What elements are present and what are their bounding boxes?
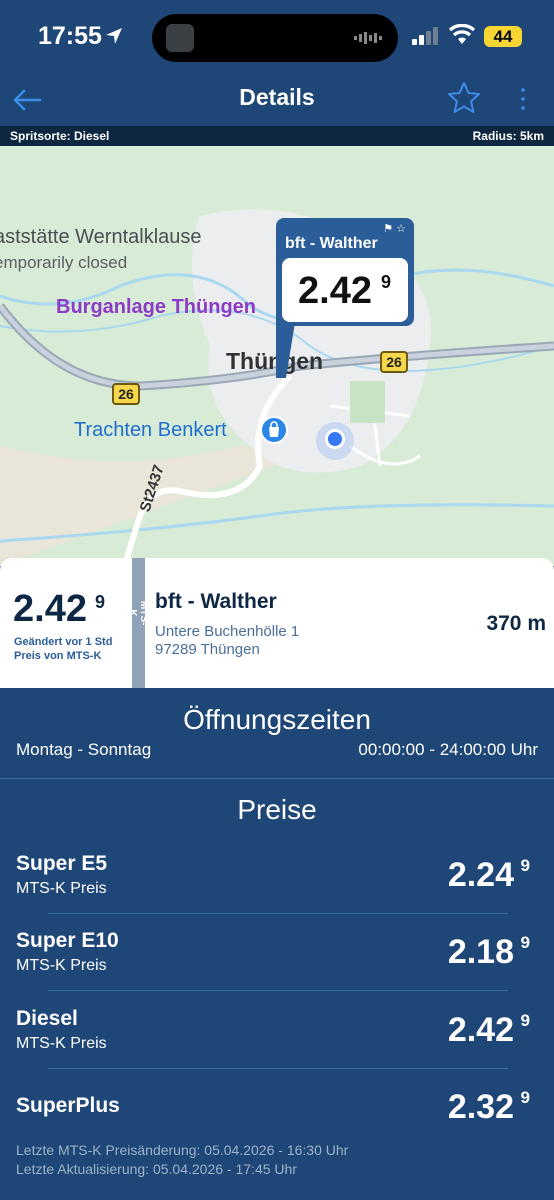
nav-bar: Details: [0, 76, 554, 126]
status-bar: 17:55 44: [0, 0, 554, 76]
station-card[interactable]: 2.42 9 Geändert vor 1 Std Preis von MTS-…: [0, 558, 554, 688]
section-divider: [0, 778, 554, 779]
map-label-temporarily-closed: emporarily closed: [0, 253, 128, 272]
now-playing-artwork: [166, 24, 194, 52]
prices-title: Preise: [237, 794, 317, 825]
status-time: 17:55: [38, 22, 102, 50]
map-label-town: Thüngen: [226, 348, 324, 374]
fuel-price: 2.24: [447, 856, 514, 894]
fuel-row-diesel: Diesel MTS-K Preis 2.42 9: [0, 1007, 554, 1077]
callout-price: 2.42: [298, 270, 372, 312]
fuel-price: 2.42: [447, 1011, 514, 1049]
fuel-price-sup: 9: [520, 1011, 530, 1030]
fuel-name: Super E10: [16, 929, 119, 952]
map-view[interactable]: aststätte Werntalklause emporarily close…: [0, 146, 554, 566]
fuel-type-label: Spritsorte: Diesel: [10, 129, 110, 143]
fuel-price: 2.18: [447, 933, 514, 971]
station-street: Untere Buchenhölle 1: [155, 623, 300, 640]
fuel-name: SuperPlus: [16, 1094, 120, 1117]
map-label-burganlage[interactable]: Burganlage Thüngen: [56, 296, 256, 319]
fuel-price: 2.32: [447, 1088, 514, 1126]
user-location-dot: [325, 429, 345, 449]
fuel-source: MTS-K Preis: [16, 880, 107, 897]
opening-hours: 00:00:00 - 24:00:00 Uhr: [358, 740, 538, 759]
price-source-label: Preis von MTS-K: [14, 650, 102, 662]
map-label-trachten-benkert[interactable]: Trachten Benkert: [74, 419, 227, 442]
station-price-sup: 9: [95, 592, 106, 612]
location-arrow-icon: [106, 28, 122, 44]
map-label-raststaette[interactable]: aststätte Werntalklause: [0, 226, 202, 249]
cellular-signal-icon: [412, 27, 438, 45]
more-options-icon[interactable]: [516, 86, 530, 112]
source-vertical-label: MTS-K: [127, 601, 149, 626]
callout-icons: ⚑ ☆: [383, 223, 406, 235]
station-name: bft - Walther: [155, 590, 277, 613]
callout-station-name: bft - Walther: [285, 235, 378, 252]
dynamic-island: [152, 14, 398, 62]
price-changed-label: Geändert vor 1 Std: [14, 636, 113, 648]
station-distance: 370 m: [486, 612, 546, 635]
callout-price-sup: 9: [381, 272, 392, 292]
footer-timestamps: Letzte MTS-K Preisänderung: 05.04.2026 -…: [16, 1141, 348, 1179]
fuel-row-super-e5: Super E5 MTS-K Preis 2.24 9: [0, 852, 554, 922]
wifi-icon: [448, 24, 476, 44]
fuel-price-sup: 9: [520, 856, 530, 875]
fuel-name: Super E5: [16, 852, 108, 875]
fuel-price-sup: 9: [520, 1088, 530, 1107]
opening-hours-title: Öffnungszeiten: [183, 704, 371, 735]
favorite-star-icon[interactable]: [446, 80, 482, 116]
last-update: Letzte Aktualisierung: 05.04.2026 - 17:4…: [16, 1161, 297, 1177]
fuel-divider: [48, 1068, 508, 1069]
callout-price-box: 2.42 9: [282, 258, 408, 322]
fuel-price-sup: 9: [520, 933, 530, 952]
filter-strip: Spritsorte: Diesel Radius: 5km: [0, 126, 554, 146]
fuel-source: MTS-K Preis: [16, 1035, 107, 1052]
fuel-divider: [48, 913, 508, 914]
station-price-block: 2.42 9 Geändert vor 1 Std Preis von MTS-…: [0, 558, 132, 688]
fuel-name: Diesel: [16, 1007, 78, 1030]
station-price: 2.42: [13, 588, 87, 630]
fuel-divider: [48, 990, 508, 991]
road-shield-26-east: 26: [380, 351, 408, 373]
audio-wave-icon: [354, 32, 382, 44]
fuel-row-super-e10: Super E10 MTS-K Preis 2.18 9: [0, 929, 554, 999]
radius-label: Radius: 5km: [472, 129, 544, 143]
station-city: 97289 Thüngen: [155, 641, 260, 658]
last-price-change: Letzte MTS-K Preisänderung: 05.04.2026 -…: [16, 1142, 349, 1158]
opening-days: Montag - Sonntag: [16, 740, 152, 759]
road-shield-26-west: 26: [112, 383, 140, 405]
shopping-bag-pin-icon[interactable]: [260, 416, 288, 444]
battery-indicator: 44: [484, 26, 522, 47]
fuel-source: MTS-K Preis: [16, 957, 107, 974]
station-callout[interactable]: ⚑ ☆ bft - Walther 2.42 9: [276, 218, 414, 326]
